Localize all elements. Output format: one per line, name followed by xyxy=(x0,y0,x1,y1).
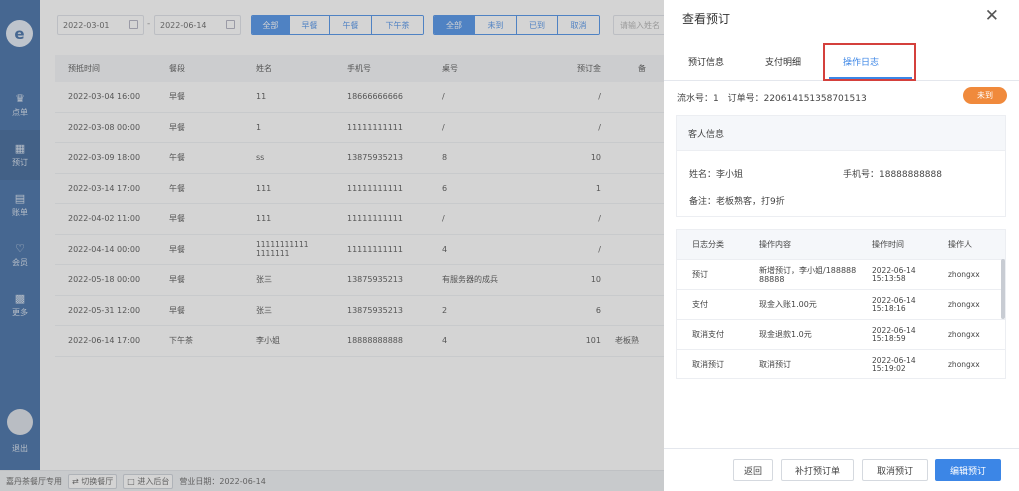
booking-detail-drawer: 查看预订 ✕ 预订信息 支付明细 操作日志 流水号：1 订单号：22061415… xyxy=(664,0,1019,491)
log-type: 预订 xyxy=(692,270,708,279)
log-content: 现金退款1.0元 xyxy=(759,330,812,339)
customer-name: 姓名：李小姐 xyxy=(689,170,744,180)
log-row: 支付 现金入账1.00元 2022-06-14 15:18:16 zhongxx xyxy=(677,289,1005,319)
operation-log-table: 日志分类 操作内容 操作时间 操作人 预订 新增预订，李小姐/188888888… xyxy=(676,229,1006,379)
log-scrollbar[interactable] xyxy=(1001,259,1005,319)
log-time: 2022-06-14 15:18:16 xyxy=(858,296,938,313)
serial-number: 流水号：1 xyxy=(677,94,719,104)
customer-info-card: 客人信息 姓名：李小姐 手机号：18888888888 备注：老板熟客，打9折 xyxy=(676,115,1006,217)
log-content: 取消预订 xyxy=(759,360,791,369)
highlight-box xyxy=(823,43,916,81)
column-header: 操作时间 xyxy=(872,239,904,249)
log-user: zhongxx xyxy=(948,360,980,369)
log-time: 2022-06-14 15:13:58 xyxy=(858,266,938,283)
log-user: zhongxx xyxy=(948,300,980,309)
log-content: 现金入账1.00元 xyxy=(759,300,817,309)
log-user: zhongxx xyxy=(948,330,980,339)
log-clock: 15:19:02 xyxy=(872,363,906,373)
status-badge: 未到 xyxy=(963,87,1007,104)
log-type: 取消预订 xyxy=(692,360,724,369)
log-clock: 15:18:16 xyxy=(872,303,906,313)
log-type: 取消支付 xyxy=(692,330,724,339)
modal-overlay[interactable] xyxy=(0,0,664,491)
customer-info-heading: 客人信息 xyxy=(677,116,1005,151)
edit-booking-button[interactable]: 编辑预订 xyxy=(935,459,1001,481)
tab-booking-info[interactable]: 预订信息 xyxy=(688,55,724,68)
drawer-title: 查看预订 xyxy=(682,12,731,26)
log-row: 取消预订 取消预订 2022-06-14 15:19:02 zhongxx xyxy=(677,349,1005,378)
drawer-footer: 返回 补打预订单 取消预订 编辑预订 xyxy=(664,448,1019,491)
log-time: 2022-06-14 15:19:02 xyxy=(858,356,938,373)
reprint-booking-button[interactable]: 补打预订单 xyxy=(781,459,854,481)
log-row: 取消支付 现金退款1.0元 2022-06-14 15:18:59 zhongxx xyxy=(677,319,1005,349)
cancel-booking-button[interactable]: 取消预订 xyxy=(862,459,928,481)
log-clock: 15:13:58 xyxy=(872,273,906,283)
log-content: 新增预订，李小姐/18888888888 xyxy=(759,265,857,284)
log-type: 支付 xyxy=(692,300,708,309)
back-button[interactable]: 返回 xyxy=(733,459,773,481)
customer-note: 备注：老板熟客，打9折 xyxy=(689,197,785,207)
tab-payment-detail[interactable]: 支付明细 xyxy=(765,55,801,68)
log-row: 预订 新增预订，李小姐/18888888888 2022-06-14 15:13:… xyxy=(677,259,1005,289)
customer-phone: 手机号：18888888888 xyxy=(843,170,942,180)
log-header: 日志分类 操作内容 操作时间 操作人 xyxy=(677,230,1005,259)
order-info: 流水号：1 订单号：220614151358701513 xyxy=(677,91,873,104)
column-header: 操作内容 xyxy=(759,240,791,249)
column-header: 操作人 xyxy=(948,240,972,249)
column-header: 日志分类 xyxy=(692,240,724,249)
log-user: zhongxx xyxy=(948,270,980,279)
log-time: 2022-06-14 15:18:59 xyxy=(858,326,938,343)
log-clock: 15:18:59 xyxy=(872,333,906,343)
order-number: 订单号：220614151358701513 xyxy=(727,94,867,104)
close-icon[interactable]: ✕ xyxy=(985,6,999,26)
